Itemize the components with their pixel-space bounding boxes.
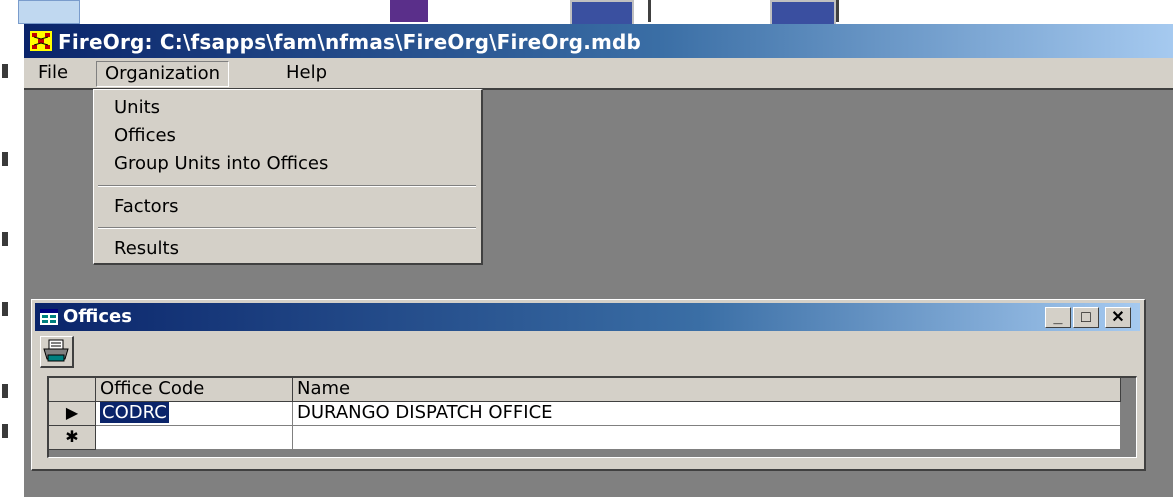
desktop-icon-fragment <box>770 0 836 26</box>
form-icon <box>40 309 58 325</box>
window-title: FireOrg: C:\fsapps\fam\nfmas\FireOrg\Fir… <box>58 30 642 54</box>
menu-organization[interactable]: Organization <box>96 61 230 87</box>
menu-separator <box>98 227 476 229</box>
menu-item-group-units[interactable]: Group Units into Offices <box>114 153 328 174</box>
menu-item-units[interactable]: Units <box>114 97 160 118</box>
desktop-fragment <box>2 232 8 246</box>
offices-grid: Office Code Name ▶ CODRC DURANGO DISPATC… <box>47 376 1137 458</box>
desktop-divider <box>836 0 839 22</box>
menu-separator <box>98 185 476 187</box>
title-bar[interactable]: FireOrg: C:\fsapps\fam\nfmas\FireOrg\Fir… <box>24 24 1173 58</box>
menu-help[interactable]: Help <box>278 61 335 85</box>
cell-name[interactable]: DURANGO DISPATCH OFFICE <box>293 402 1121 426</box>
table-row[interactable]: ▶ CODRC DURANGO DISPATCH OFFICE <box>49 402 1135 426</box>
menu-bar: File Organization Help <box>24 58 1173 88</box>
fireorg-app-icon <box>30 31 52 51</box>
desktop-icon-fragment <box>390 0 428 22</box>
cell-name[interactable] <box>293 426 1121 450</box>
desktop-fragment <box>2 302 8 316</box>
new-record-row[interactable]: ✱ <box>49 426 1135 450</box>
offices-title-bar[interactable]: Offices _ □ ✕ <box>35 303 1140 331</box>
grid-corner <box>49 378 96 402</box>
desktop-fragment <box>2 64 8 78</box>
offices-window: Offices _ □ ✕ Office Code Name ▶ CODRC D… <box>31 299 1146 471</box>
desktop-window-fragment <box>18 0 80 24</box>
desktop-fragment <box>2 152 8 166</box>
cell-office-code[interactable] <box>96 426 293 450</box>
word-icon-fragment <box>570 0 634 26</box>
desktop-fragment <box>2 384 8 398</box>
close-button[interactable]: ✕ <box>1105 307 1131 328</box>
maximize-button[interactable]: □ <box>1073 307 1099 328</box>
printer-icon <box>43 339 69 362</box>
desktop-background <box>0 0 1173 26</box>
menu-file[interactable]: File <box>30 61 76 85</box>
grid-header-row: Office Code Name <box>49 378 1135 402</box>
menu-item-offices[interactable]: Offices <box>114 125 176 146</box>
cell-office-code[interactable]: CODRC <box>96 402 293 426</box>
new-record-indicator[interactable]: ✱ <box>49 426 96 450</box>
selected-text: CODRC <box>100 402 169 423</box>
offices-window-title: Offices <box>63 306 132 327</box>
menu-item-factors[interactable]: Factors <box>114 196 178 217</box>
menu-item-results[interactable]: Results <box>114 238 179 259</box>
print-button[interactable] <box>40 336 74 368</box>
desktop-divider <box>648 0 651 22</box>
column-header-name[interactable]: Name <box>293 378 1121 402</box>
minimize-button[interactable]: _ <box>1045 307 1071 328</box>
current-record-indicator[interactable]: ▶ <box>49 402 96 426</box>
desktop-left-edge <box>0 24 22 495</box>
desktop-fragment <box>2 424 8 438</box>
column-header-office-code[interactable]: Office Code <box>96 378 293 402</box>
organization-menu-dropdown: Units Offices Group Units into Offices F… <box>93 89 483 265</box>
